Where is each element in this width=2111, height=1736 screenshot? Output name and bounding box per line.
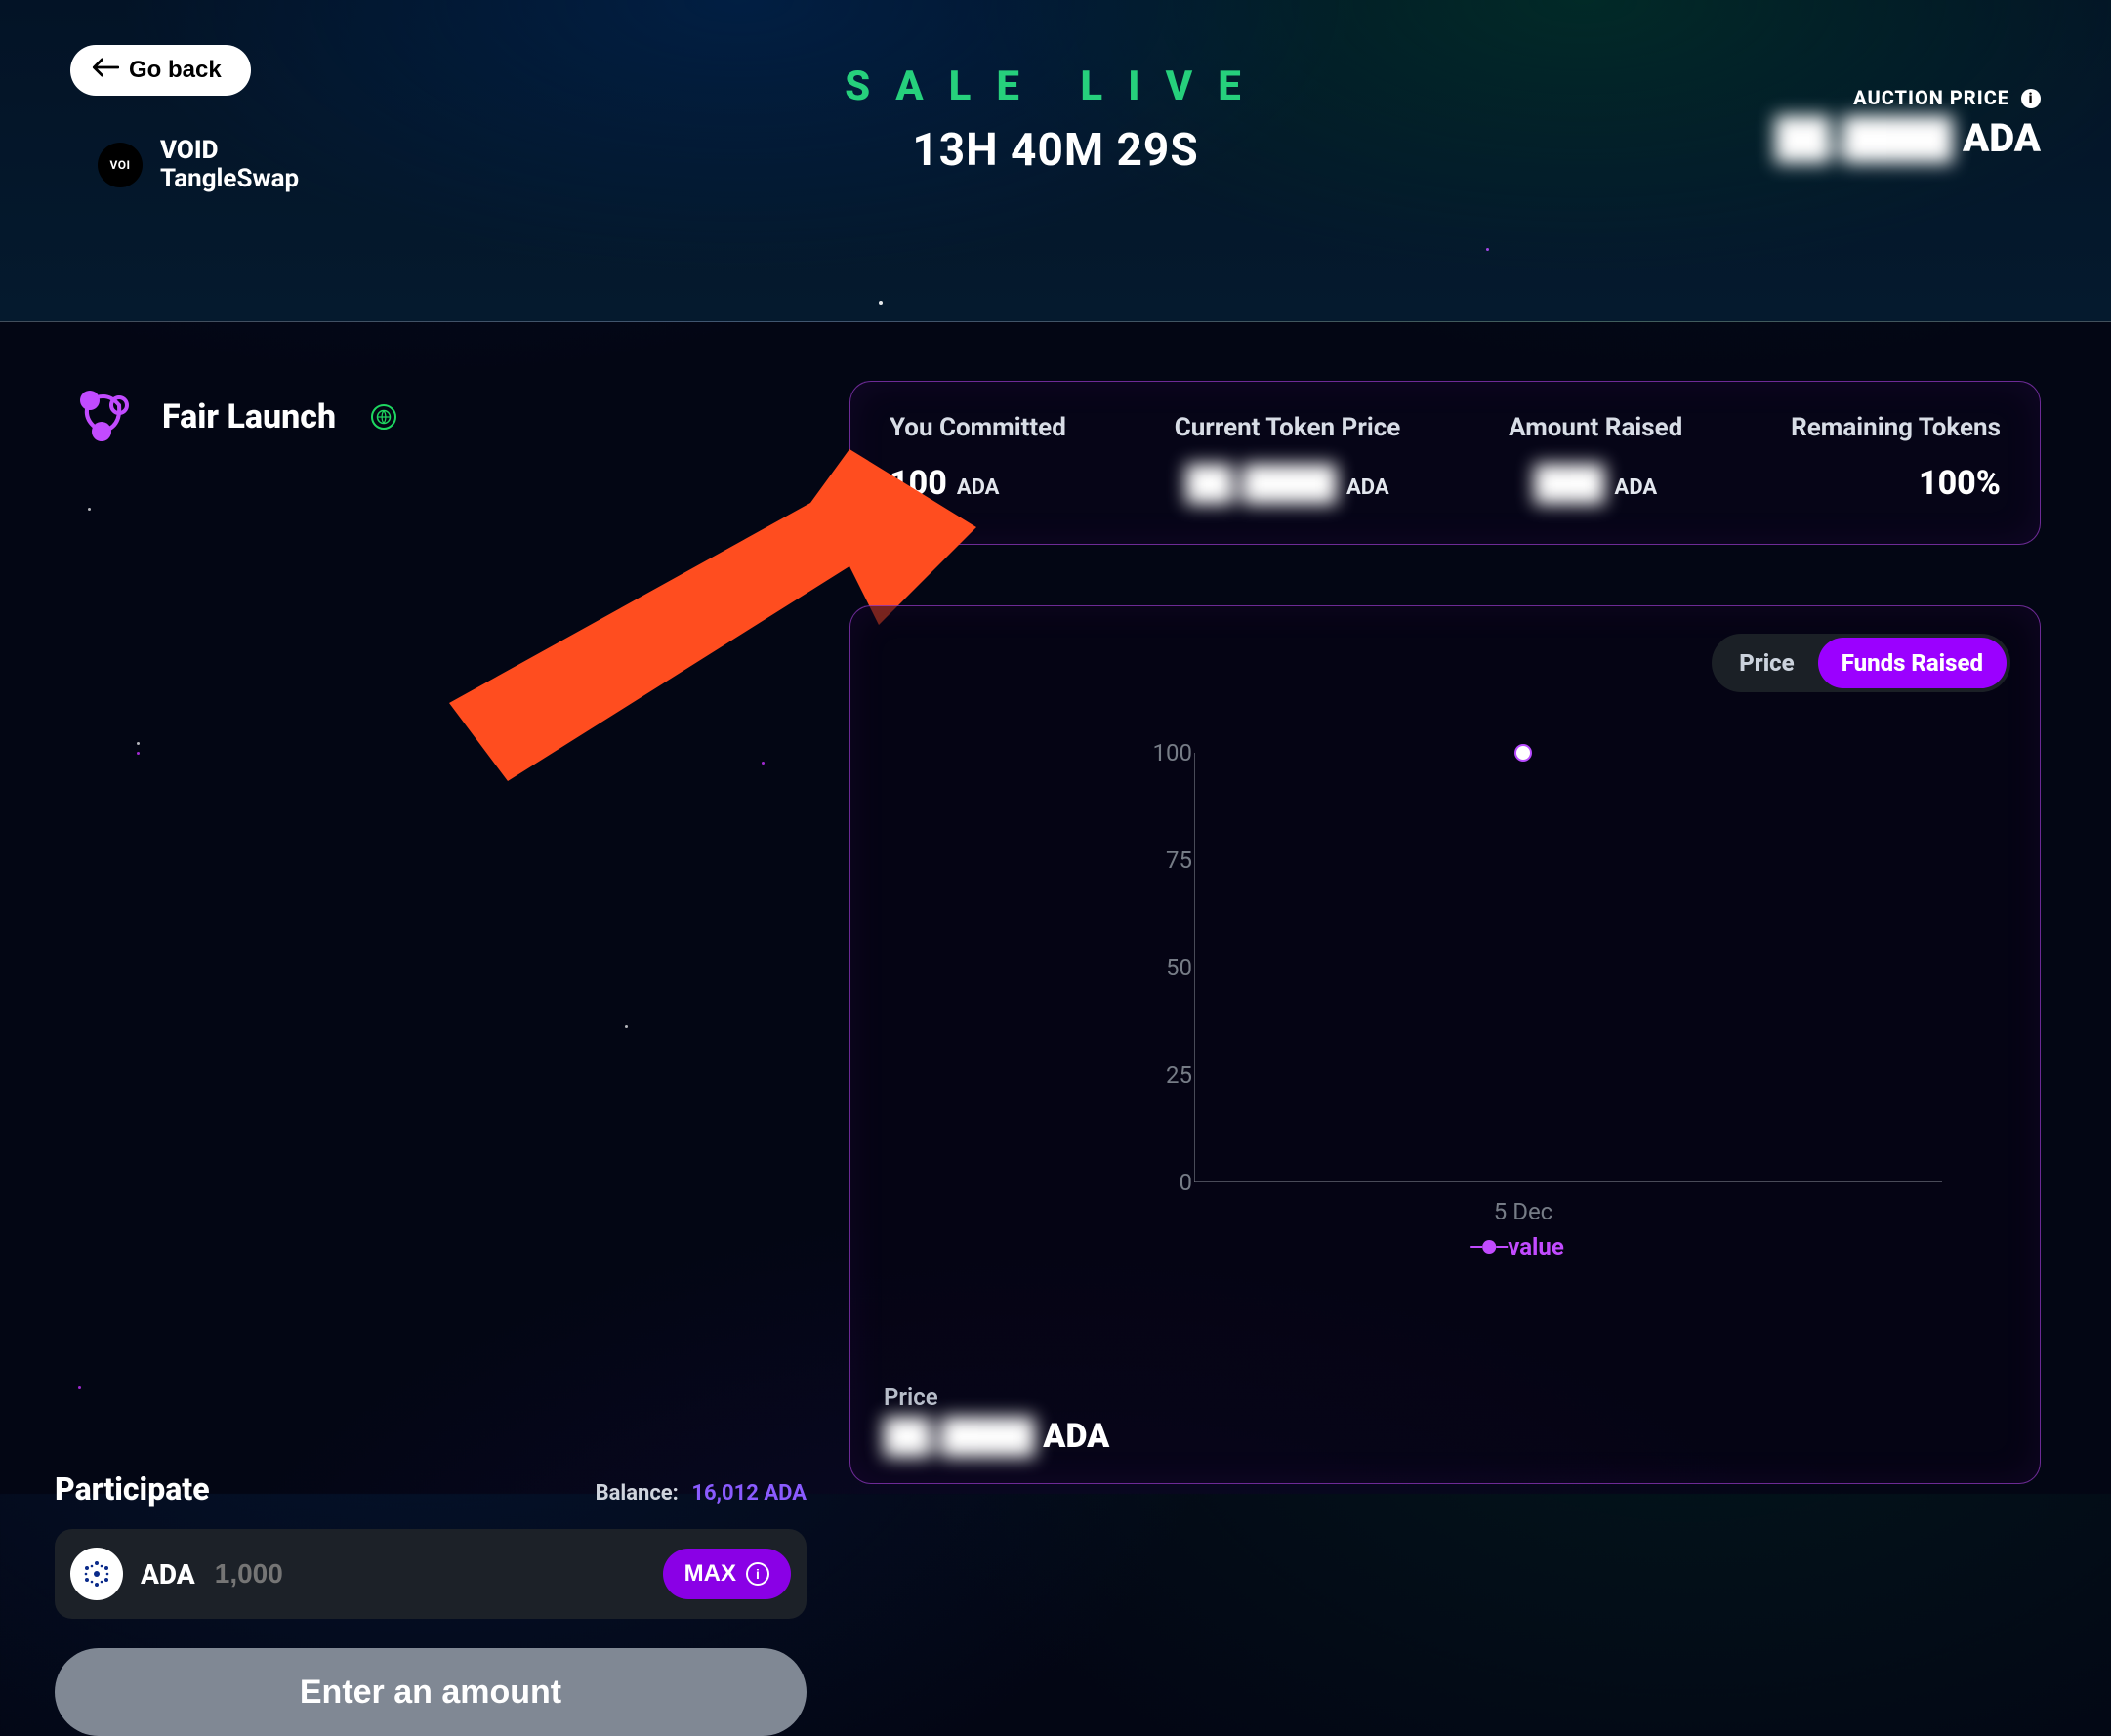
y-axis-line	[1194, 753, 1195, 1182]
token-logo-icon: VOI	[98, 143, 143, 187]
sale-banner: Go back VOI VOID TangleSwap SALE LIVE 13…	[0, 0, 2111, 322]
auction-price: AUCTION PRICE i ██.████ ADA	[1775, 86, 2041, 161]
price-footer-label: Price	[884, 1384, 1109, 1411]
chart-toggle: Price Funds Raised	[1712, 634, 2010, 692]
token-badge: VOI VOID TangleSwap	[98, 137, 299, 192]
launch-title: Fair Launch	[162, 397, 336, 436]
auction-price-value: ██.████ ADA	[1775, 115, 2041, 161]
stat-remaining-tokens: Remaining Tokens 100%	[1791, 413, 2001, 503]
legend-label: value	[1508, 1233, 1564, 1261]
max-button[interactable]: MAX i	[663, 1549, 791, 1599]
sale-live-label: SALE LIVE	[845, 62, 1266, 110]
stat-label: Current Token Price	[1175, 413, 1401, 442]
x-tick: 5 Dec	[1494, 1198, 1552, 1225]
stat-value: ██.████ ADA	[1175, 464, 1401, 503]
chart-legend: value	[1482, 1233, 1564, 1261]
stat-label: Amount Raised	[1509, 413, 1682, 442]
info-icon: i	[746, 1562, 769, 1586]
ada-coin-icon	[70, 1548, 123, 1600]
y-tick: 50	[1166, 954, 1192, 981]
participate-title: Participate	[55, 1470, 210, 1508]
amount-input-row: ADA MAX i	[55, 1529, 807, 1619]
enter-amount-button[interactable]: Enter an amount	[55, 1648, 807, 1736]
countdown-timer: 13H 40M 29S	[845, 124, 1266, 177]
info-icon[interactable]: i	[2021, 89, 2041, 108]
x-axis-line	[1194, 1181, 1942, 1182]
main: Fair Launch You Committed 100 ADA Curren…	[0, 322, 2111, 510]
go-back-button[interactable]: Go back	[70, 45, 251, 96]
max-label: MAX	[684, 1560, 736, 1588]
amount-input[interactable]	[213, 1557, 645, 1591]
token-symbol: VOID	[160, 137, 299, 165]
auction-price-label: AUCTION PRICE i	[1775, 86, 2041, 109]
stats-card: You Committed 100 ADA Current Token Pric…	[849, 381, 2041, 545]
chart-y-axis: 100 75 50 25 0	[1085, 753, 1192, 1182]
stat-label: Remaining Tokens	[1791, 413, 2001, 442]
chart-area: 100 75 50 25 0 5 Dec value	[1104, 753, 1942, 1241]
y-tick: 100	[1153, 739, 1192, 766]
chart-panel: Price Funds Raised 100 75 50 25 0 5 Dec …	[849, 605, 2041, 1484]
globe-icon[interactable]	[371, 404, 396, 430]
go-back-label: Go back	[129, 57, 222, 84]
participate-panel: Participate Balance: 16,012 ADA	[55, 1470, 807, 1736]
stat-value: ███ ADA	[1509, 464, 1682, 503]
y-tick: 0	[1180, 1169, 1193, 1196]
chart-price-footer: Price ██.████ ADA	[884, 1384, 1109, 1456]
arrow-left-icon	[92, 57, 119, 84]
toggle-price[interactable]: Price	[1716, 638, 1817, 688]
legend-marker-icon	[1482, 1240, 1496, 1254]
chart-data-point	[1516, 746, 1530, 760]
stat-current-price: Current Token Price ██.████ ADA	[1175, 413, 1401, 503]
price-footer-value: ██.████ ADA	[884, 1417, 1109, 1456]
y-tick: 25	[1166, 1061, 1192, 1089]
stat-value: 100%	[1791, 464, 2001, 503]
project-name: TangleSwap	[160, 165, 299, 193]
toggle-funds-raised[interactable]: Funds Raised	[1818, 638, 2007, 688]
stat-you-committed: You Committed 100 ADA	[890, 413, 1066, 503]
fair-launch-icon	[70, 381, 139, 453]
coin-symbol: ADA	[141, 1558, 195, 1591]
stat-label: You Committed	[890, 413, 1066, 442]
stat-amount-raised: Amount Raised ███ ADA	[1509, 413, 1682, 503]
stat-value: 100 ADA	[890, 464, 1066, 503]
y-tick: 75	[1166, 847, 1192, 874]
sale-status: SALE LIVE 13H 40M 29S	[845, 62, 1266, 177]
